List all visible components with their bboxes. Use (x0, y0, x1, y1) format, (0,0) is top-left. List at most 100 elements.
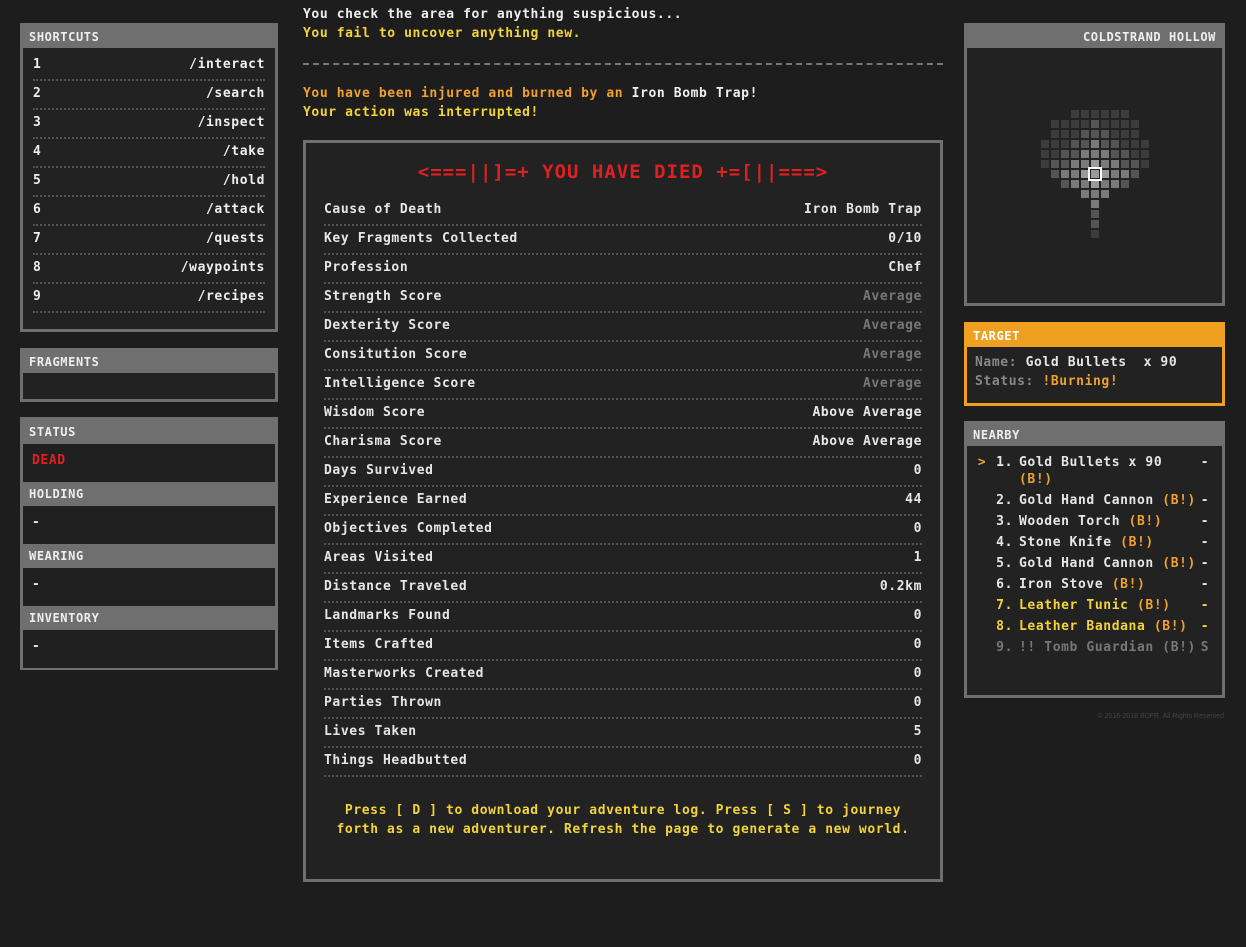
copyright: © 2016-2018 BDFR. All Rights Reserved (1097, 713, 1224, 720)
death-summary-panel: <===||]=+ YOU HAVE DIED +=[||===> Cause … (303, 140, 943, 882)
selection-arrow-icon (975, 513, 989, 530)
stat-row: Consitution Score Average (324, 342, 922, 371)
stat-label: Wisdom Score (324, 405, 426, 420)
stat-label: Days Survived (324, 463, 434, 478)
map-tile (1081, 160, 1089, 168)
nearby-item[interactable]: 8. Leather Bandana (B!) - (975, 616, 1214, 637)
map-tile (1081, 140, 1089, 148)
selection-arrow-icon (975, 639, 989, 656)
trap-name: Iron Bomb Trap! (631, 86, 759, 101)
stat-label: Areas Visited (324, 550, 434, 565)
map-tile (1041, 140, 1049, 148)
stat-value: Average (863, 347, 922, 362)
map-tile (1131, 130, 1139, 138)
nearby-marker: - (1200, 619, 1210, 634)
selection-arrow-icon (975, 534, 989, 551)
nearby-title: NEARBY (967, 424, 1222, 446)
nearby-item[interactable]: 3. Wooden Torch (B!) - (975, 511, 1214, 532)
stat-label: Distance Traveled (324, 579, 468, 594)
minimap (1041, 110, 1149, 238)
stat-row: Cause of Death Iron Bomb Trap (324, 197, 922, 226)
stat-label: Landmarks Found (324, 608, 451, 623)
message-line: You check the area for anything suspicio… (303, 7, 683, 22)
nearby-item[interactable]: 2. Gold Hand Cannon (B!) - (975, 490, 1214, 511)
stat-row: Experience Earned 44 (324, 487, 922, 516)
map-tile (1091, 180, 1099, 188)
nearby-badge: (B!) (1128, 514, 1163, 529)
map-tile (1061, 150, 1069, 158)
map-tile (1071, 130, 1079, 138)
stat-row: Areas Visited 1 (324, 545, 922, 574)
map-tile (1091, 170, 1099, 178)
map-tile (1131, 150, 1139, 158)
stat-value: 0 (913, 637, 922, 652)
shortcut-key: 8 (33, 260, 42, 275)
stat-row: Objectives Completed 0 (324, 516, 922, 545)
map-tile (1121, 150, 1129, 158)
shortcut-item[interactable]: 6/attack (33, 197, 265, 226)
stat-label: Lives Taken (324, 724, 417, 739)
shortcut-item[interactable]: 7/quests (33, 226, 265, 255)
selection-arrow-icon (975, 597, 989, 614)
nearby-index: 8. (996, 619, 1013, 634)
nearby-marker: S (1200, 640, 1210, 655)
map-tile (1051, 130, 1059, 138)
nearby-item[interactable]: 9. !! Tomb Guardian (B!) S (975, 637, 1214, 658)
stat-row: Distance Traveled 0.2km (324, 574, 922, 603)
shortcut-item[interactable]: 3/inspect (33, 110, 265, 139)
nearby-marker: - (1200, 493, 1210, 508)
stat-label: Objectives Completed (324, 521, 493, 536)
message-log-1: You check the area for anything suspicio… (303, 5, 682, 43)
map-tile (1061, 130, 1069, 138)
message-log-2: You have been injured and burned by an I… (303, 84, 758, 122)
shortcuts-title: SHORTCUTS (23, 26, 275, 48)
shortcut-command: /waypoints (180, 260, 265, 275)
shortcut-item[interactable]: 1/interact (33, 52, 265, 81)
map-tile (1101, 160, 1109, 168)
stat-label: Profession (324, 260, 409, 275)
message-line: You have been injured and burned by an (303, 86, 632, 101)
stat-label: Charisma Score (324, 434, 442, 449)
holding-value: - (23, 506, 275, 544)
shortcut-item[interactable]: 4/take (33, 139, 265, 168)
selection-arrow-icon (975, 555, 989, 572)
stat-label: Consitution Score (324, 347, 468, 362)
shortcut-command: /interact (189, 57, 265, 72)
map-tile (1091, 210, 1099, 218)
nearby-name: Gold Hand Cannon (1019, 556, 1154, 571)
map-tile (1121, 110, 1129, 118)
message-line: You fail to uncover anything new. (303, 26, 582, 41)
nearby-item[interactable]: >1. Gold Bullets x 90 (B!) - (975, 452, 1214, 490)
stat-row: Key Fragments Collected 0/10 (324, 226, 922, 255)
map-tile (1061, 140, 1069, 148)
shortcut-item[interactable]: 2/search (33, 81, 265, 110)
shortcut-item[interactable]: 5/hold (33, 168, 265, 197)
shortcut-item[interactable]: 9/recipes (33, 284, 265, 313)
shortcut-key: 7 (33, 231, 42, 246)
nearby-item[interactable]: 4. Stone Knife (B!) - (975, 532, 1214, 553)
map-tile (1081, 180, 1089, 188)
nearby-name: Gold Hand Cannon (1019, 493, 1154, 508)
shortcuts-panel: SHORTCUTS 1/interact 2/search 3/inspect 4/t… (20, 23, 278, 332)
selection-arrow-icon (975, 492, 989, 509)
stat-row: Dexterity Score Average (324, 313, 922, 342)
map-tile (1131, 160, 1139, 168)
nearby-item[interactable]: 6. Iron Stove (B!) - (975, 574, 1214, 595)
stat-label: Intelligence Score (324, 376, 476, 391)
map-tile (1081, 130, 1089, 138)
shortcut-item[interactable]: 8/waypoints (33, 255, 265, 284)
stat-value: 0.2km (879, 579, 922, 594)
nearby-item[interactable]: 5. Gold Hand Cannon (B!) - (975, 553, 1214, 574)
map-tile (1131, 140, 1139, 148)
map-tile (1041, 150, 1049, 158)
map-tile (1081, 170, 1089, 178)
nearby-item[interactable]: 7. Leather Tunic (B!) - (975, 595, 1214, 616)
minimap-panel: COLDSTRAND HOLLOW (964, 23, 1225, 306)
stat-row: Parties Thrown 0 (324, 690, 922, 719)
map-tile (1101, 130, 1109, 138)
stat-value: Average (863, 318, 922, 333)
map-tile (1091, 140, 1099, 148)
map-tile (1101, 150, 1109, 158)
map-tile (1071, 160, 1079, 168)
map-tile (1111, 110, 1119, 118)
